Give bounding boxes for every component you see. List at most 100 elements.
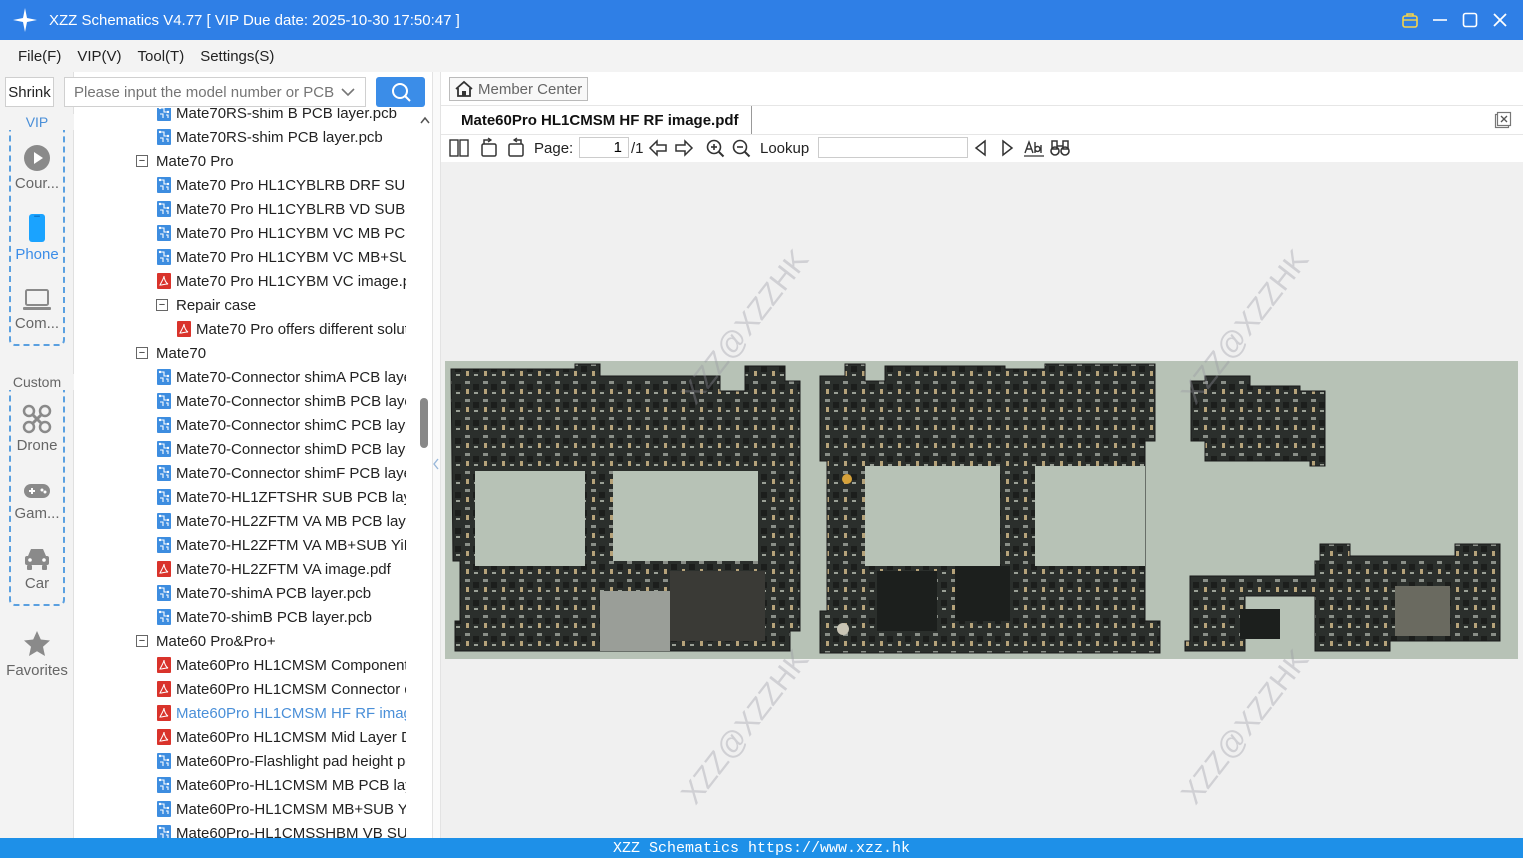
collapse-toggle-icon[interactable]: −: [156, 299, 168, 311]
rotate-left-icon[interactable]: [479, 137, 499, 159]
find-previous-icon[interactable]: [973, 137, 989, 159]
tree-file[interactable]: Mate60Pro HL1CMSM Component image.pdf: [157, 653, 406, 677]
tree-item-label: Mate60Pro HL1CMSM Mid Layer Diagram.pdf: [176, 728, 406, 746]
scroll-up-icon[interactable]: [418, 114, 432, 126]
tree-file[interactable]: Mate70-Connector shimF PCB layer.pcb: [157, 461, 406, 485]
tree-file[interactable]: Mate70-HL2ZFTM VA image.pdf: [157, 557, 391, 581]
pcb-file-icon: [157, 225, 171, 241]
vip-bag-icon[interactable]: [1401, 11, 1419, 29]
tree-file[interactable]: Mate60Pro HL1CMSM HF RF image.pdf: [157, 701, 406, 725]
tree-item-label: Mate60Pro HL1CMSM HF RF image.pdf: [176, 704, 406, 722]
gamepad-icon: [24, 484, 50, 498]
minimize-button[interactable]: [1431, 11, 1449, 29]
tab-document[interactable]: Mate60Pro HL1CMSM HF RF image.pdf: [450, 106, 752, 134]
tree-item-label: Mate70-HL1ZFTSHR SUB PCB layer.pcb: [176, 488, 406, 506]
pcb-file-icon: [157, 585, 171, 601]
tree-scrollbar[interactable]: [418, 108, 432, 838]
next-page-icon[interactable]: [674, 137, 694, 159]
tree-item-label: Mate60Pro-Flashlight pad height position…: [176, 752, 406, 770]
tree-file[interactable]: Mate70RS-shim PCB layer.pcb: [157, 125, 383, 149]
tree-file[interactable]: Mate60Pro HL1CMSM Connector diagram.pdf: [157, 677, 406, 701]
tree-file[interactable]: Mate70-HL2ZFTM VA MB PCB layer.pcb: [157, 509, 406, 533]
match-case-icon[interactable]: [1024, 137, 1044, 159]
maximize-button[interactable]: [1461, 11, 1479, 29]
nav-courses-label: Cour...: [14, 175, 60, 192]
tree-scrollbar-thumb[interactable]: [420, 398, 428, 448]
search-box[interactable]: [64, 77, 366, 107]
collapse-toggle-icon[interactable]: −: [136, 635, 148, 647]
tree-file[interactable]: Mate60Pro HL1CMSM Mid Layer Diagram.pdf: [157, 725, 406, 749]
zoom-in-icon[interactable]: [705, 137, 725, 159]
close-button[interactable]: [1491, 11, 1509, 29]
tree-file[interactable]: Mate60Pro-HL1CMSSHBM VB SUB PCB layer.pc…: [157, 821, 406, 838]
member-center-button[interactable]: Member Center: [449, 77, 588, 101]
collapse-toggle-icon[interactable]: −: [136, 155, 148, 167]
nav-computer[interactable]: Com...: [0, 288, 74, 332]
tree-folder[interactable]: − Mate60 Pro&Pro+: [136, 629, 276, 653]
nav-favorites[interactable]: Favorites: [0, 629, 74, 679]
tree-folder[interactable]: − Mate70 Pro: [136, 149, 234, 173]
tree-file[interactable]: Mate60Pro-HL1CMSM MB PCB layer.pcb: [157, 773, 406, 797]
tree-file[interactable]: Mate70-HL2ZFTM VA MB+SUB YiDong.pcb: [157, 533, 406, 557]
nav-drone[interactable]: Drone: [0, 404, 74, 454]
close-tab-icon[interactable]: [1494, 111, 1512, 129]
page-total: /1: [631, 139, 644, 157]
tree-item-label: Mate70-Connector shimF PCB layer.pcb: [176, 464, 406, 482]
tree-item-label: Mate70-HL2ZFTM VA MB+SUB YiDong.pcb: [176, 536, 406, 554]
tree-folder[interactable]: − Repair case: [156, 293, 256, 317]
pcb-file-icon: [157, 777, 171, 793]
chevron-down-icon[interactable]: [341, 87, 355, 97]
tree-file[interactable]: Mate70-HL1ZFTSHR SUB PCB layer.pcb: [157, 485, 406, 509]
tree-file[interactable]: Mate70RS-shim B PCB layer.pcb: [157, 108, 397, 125]
menu-file[interactable]: File(F): [18, 48, 61, 65]
tree-file[interactable]: Mate70-shimA PCB layer.pcb: [157, 581, 371, 605]
pcb-file-icon: [157, 465, 171, 481]
tree-file[interactable]: Mate70-Connector shimD PCB layer.pcb: [157, 437, 406, 461]
tree-file[interactable]: Mate70-shimB PCB layer.pcb: [157, 605, 372, 629]
laptop-icon: [23, 289, 51, 310]
tree-item-label: Mate60Pro-HL1CMSM MB+SUB YiDong.pcb: [176, 800, 406, 818]
nav-phone-label: Phone: [15, 246, 59, 263]
tree-file[interactable]: Mate70 Pro HL1CYBM VC MB+SUB YiDong.pcb: [157, 245, 406, 269]
page-number-input[interactable]: [579, 137, 629, 158]
tree-file[interactable]: Mate60Pro-Flashlight pad height position…: [157, 749, 406, 773]
nav-phone[interactable]: Phone: [0, 213, 74, 263]
menu-tool[interactable]: Tool(T): [138, 48, 185, 65]
search-button[interactable]: [376, 77, 425, 107]
menu-vip[interactable]: VIP(V): [77, 48, 121, 65]
tree-folder[interactable]: − Mate70: [136, 341, 206, 365]
tree-item-label: Repair case: [176, 296, 257, 314]
nav-car[interactable]: Car: [0, 546, 74, 592]
lookup-input[interactable]: [818, 137, 968, 158]
tree-item-label: Mate70 Pro HL1CYBLRB VD SUB PCB layer.pc…: [176, 200, 406, 218]
tree-file[interactable]: Mate70-Connector shimB PCB layer.pcb: [157, 389, 406, 413]
tree-file[interactable]: Mate70 Pro HL1CYBM VC image.pdf: [157, 269, 406, 293]
search-input[interactable]: [74, 83, 339, 101]
file-tree: Mate70RS-shim B PCB layer.pcb Mate70RS-sh…: [74, 108, 432, 838]
pdf-file-icon: [157, 729, 171, 745]
shrink-button[interactable]: Shrink: [5, 77, 54, 107]
tree-file[interactable]: Mate70 Pro HL1CYBM VC MB PCB layer.pcb: [157, 221, 406, 245]
collapse-toggle-icon[interactable]: −: [136, 347, 148, 359]
nav-courses[interactable]: Cour...: [0, 144, 74, 192]
tree-item-label: Mate70-Connector shimC PCB layer.pcb: [176, 416, 406, 434]
tree-file[interactable]: Mate60Pro-HL1CMSM MB+SUB YiDong.pcb: [157, 797, 406, 821]
find-next-icon[interactable]: [999, 137, 1015, 159]
tree-file[interactable]: Mate70-Connector shimA PCB layer.pcb: [157, 365, 406, 389]
two-page-view-icon[interactable]: [449, 137, 469, 159]
tree-file[interactable]: Mate70 Pro offers different solutions.pd…: [177, 317, 406, 341]
pdf-file-icon: [157, 657, 171, 673]
tree-file[interactable]: Mate70 Pro HL1CYBLRB DRF SUB PCB layer.p…: [157, 173, 406, 197]
tree-file[interactable]: Mate70-Connector shimC PCB layer.pcb: [157, 413, 406, 437]
tree-item-label: Mate70 Pro: [156, 152, 234, 170]
zoom-out-icon[interactable]: [731, 137, 751, 159]
panel-splitter[interactable]: [432, 72, 441, 838]
previous-page-icon[interactable]: [648, 137, 668, 159]
nav-games[interactable]: Gam...: [0, 480, 74, 522]
binoculars-icon[interactable]: [1050, 137, 1070, 159]
collapse-arrow-icon[interactable]: [432, 457, 441, 471]
menu-settings[interactable]: Settings(S): [200, 48, 274, 65]
page-label: Page:: [534, 139, 574, 157]
tree-file[interactable]: Mate70 Pro HL1CYBLRB VD SUB PCB layer.pc…: [157, 197, 406, 221]
rotate-right-icon[interactable]: [506, 137, 526, 159]
